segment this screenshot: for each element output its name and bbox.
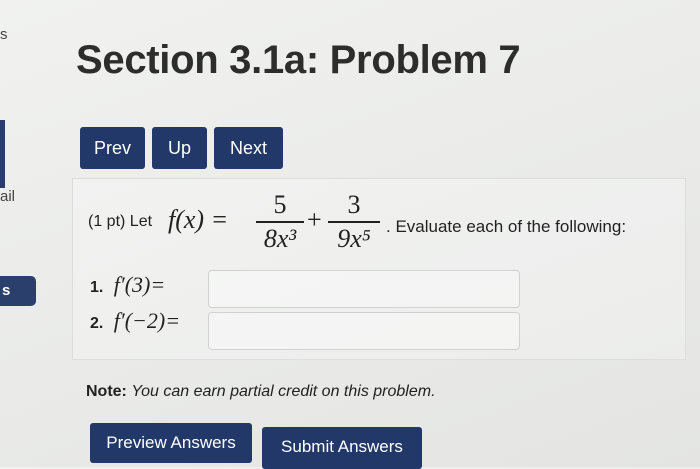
problem-points: (1 pt) Let — [88, 213, 153, 230]
fraction-1-numerator: 5 — [273, 190, 287, 219]
function-definition: f(x) = — [168, 205, 229, 234]
preview-answers-button[interactable]: Preview Answers — [90, 423, 252, 463]
answer-input-1[interactable] — [208, 270, 520, 308]
question-item-1: 1. f′(3)= — [90, 272, 165, 298]
next-button[interactable]: Next — [214, 127, 283, 169]
answer-input-2[interactable] — [208, 312, 520, 350]
partial-credit-note: Note: You can earn partial credit on thi… — [86, 383, 436, 401]
sidebar-active-indicator — [0, 120, 5, 188]
up-button[interactable]: Up — [152, 127, 207, 169]
fraction-term-1: 5 8x³ — [256, 190, 304, 254]
fraction-2-denominator: 9x⁵ — [337, 224, 371, 253]
plus-operator: + — [307, 205, 322, 234]
question-number: 1. — [90, 279, 104, 296]
question-item-2: 2. f′(−2)= — [90, 308, 180, 334]
sidebar: s ail s — [0, 0, 40, 467]
fraction-2-bar — [328, 221, 380, 223]
fraction-1-bar — [256, 221, 304, 223]
fraction-term-2: 3 9x⁵ — [328, 190, 380, 254]
question-expression: f′(3)= — [113, 272, 166, 297]
question-number: 2. — [90, 315, 104, 332]
submit-answers-button[interactable]: Submit Answers — [262, 427, 422, 469]
page-title: Section 3.1a: Problem 7 — [76, 38, 521, 82]
sidebar-letter: s — [0, 26, 8, 43]
fraction-2-numerator: 3 — [347, 190, 361, 219]
note-text: You can earn partial credit on this prob… — [131, 383, 436, 400]
problem-statement: (1 pt) Let f(x) = 5 8x³ + 3 9x⁵ . Evalua… — [88, 190, 678, 260]
problem-instruction: . Evaluate each of the following: — [386, 217, 627, 236]
question-expression: f′(−2)= — [113, 308, 181, 333]
prev-button[interactable]: Prev — [80, 127, 145, 169]
sidebar-partial-label: ail — [0, 188, 16, 205]
sidebar-button[interactable]: s — [0, 276, 36, 306]
note-label: Note: — [86, 383, 127, 400]
fraction-1-denominator: 8x³ — [263, 224, 297, 253]
